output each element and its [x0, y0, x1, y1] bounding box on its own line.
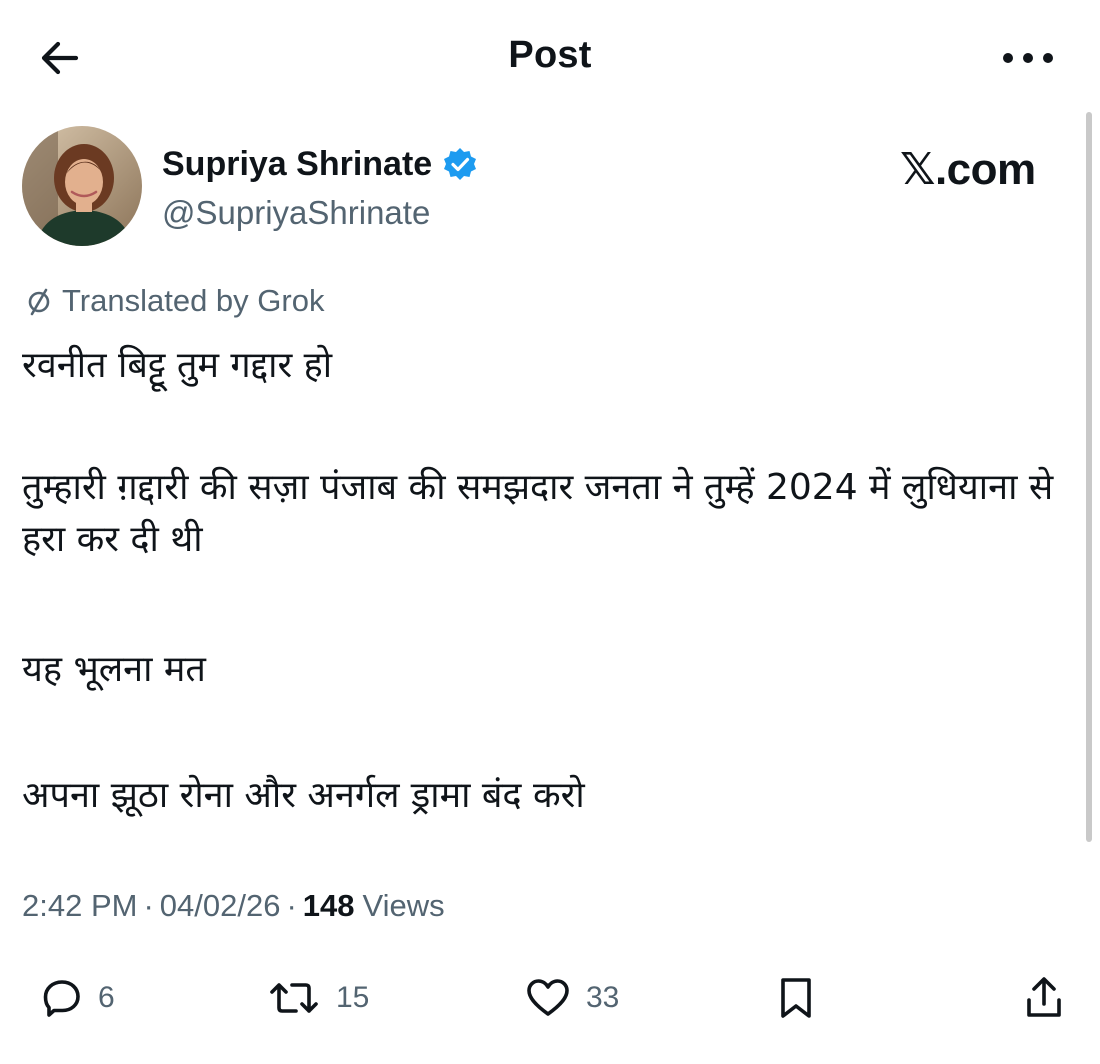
header-bar: Post	[0, 0, 1100, 112]
repost-button[interactable]: 15	[266, 968, 369, 1028]
meta-separator: ·	[143, 888, 154, 923]
scrollbar[interactable]	[1086, 112, 1092, 842]
bookmark-icon	[781, 978, 811, 1018]
share-icon	[1027, 977, 1061, 1017]
author-handle[interactable]: @SupriyaShrinate	[162, 194, 430, 232]
post-paragraph: रवनीत बिट्टू तुम गद्दार हो	[22, 345, 333, 386]
views-count: 148	[302, 888, 355, 923]
post-paragraph: तुम्हारी ग़द्दारी की सज़ा पंजाब की समझदा…	[22, 467, 1054, 560]
views-label: Views	[362, 888, 445, 923]
reply-icon	[43, 980, 80, 1017]
translation-label[interactable]: Translated by Grok	[24, 282, 324, 320]
author-name[interactable]: Supriya Shrinate	[162, 145, 432, 184]
translation-label-text: Translated by Grok	[62, 283, 325, 318]
avatar[interactable]	[22, 126, 142, 246]
like-button[interactable]: 33	[524, 968, 619, 1028]
bookmark-button[interactable]	[774, 968, 818, 1028]
translate-slash-icon	[28, 288, 50, 316]
post-paragraph: यह भूलना मत	[22, 649, 206, 690]
verified-badge-icon[interactable]	[442, 146, 478, 182]
like-count: 33	[586, 981, 620, 1014]
more-options-button[interactable]	[996, 40, 1060, 76]
more-horizontal-icon	[1003, 53, 1053, 63]
heart-icon	[527, 979, 569, 1016]
meta-separator: ·	[286, 888, 297, 923]
post-detail-screen: Post Supriya Shrinate @SupriyaShrinate 𝕏…	[0, 0, 1100, 1064]
reply-button[interactable]: 6	[40, 968, 115, 1028]
post-date[interactable]: 04/02/26	[160, 888, 281, 924]
share-button[interactable]	[1022, 968, 1066, 1028]
repost-count: 15	[336, 981, 370, 1014]
author-name-row: Supriya Shrinate	[162, 142, 478, 186]
repost-icon	[270, 983, 318, 1013]
x-com-watermark: 𝕏.com	[900, 145, 1036, 194]
page-title: Post	[508, 34, 592, 76]
post-meta: 2:42 PM · 04/02/26 · 148 Views	[22, 888, 445, 924]
reply-count: 6	[98, 981, 115, 1014]
post-paragraph: अपना झूठा रोना और अनर्गल ड्रामा बंद करो	[22, 775, 585, 816]
post-time[interactable]: 2:42 PM	[22, 888, 137, 924]
